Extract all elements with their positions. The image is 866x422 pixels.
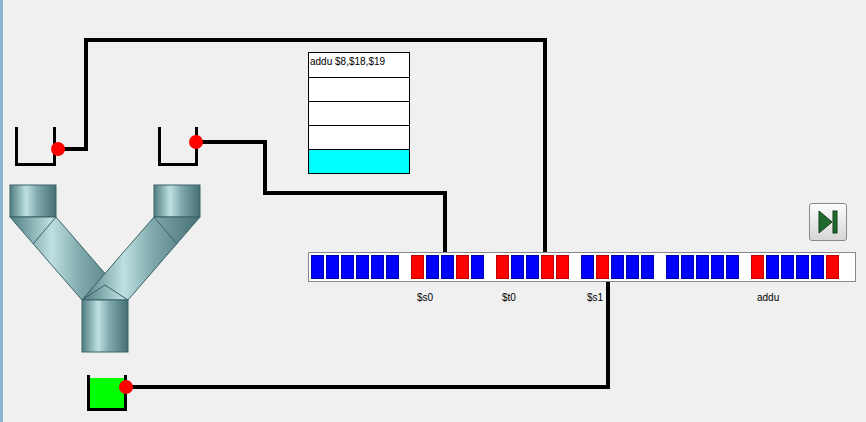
bit-field — [311, 255, 401, 279]
bit-cell — [681, 255, 694, 279]
field-label — [310, 292, 400, 303]
bit-cell — [326, 255, 339, 279]
field-label: $s0 — [410, 292, 485, 303]
bit-cell — [386, 255, 399, 279]
queue-row[interactable]: addu $8,$18,$19 — [309, 53, 409, 77]
bit-cell — [696, 255, 709, 279]
bit-cell — [371, 255, 384, 279]
wire — [196, 142, 445, 252]
step-forward-icon — [816, 209, 840, 235]
queue-row[interactable] — [309, 149, 409, 173]
bit-cell — [781, 255, 794, 279]
bit-field — [581, 255, 656, 279]
wire — [126, 282, 608, 387]
connector-dot — [189, 135, 203, 149]
queue-row[interactable] — [309, 77, 409, 101]
register-strip: $s0 $t0 $s1 addu — [308, 252, 856, 303]
bit-field — [411, 255, 486, 279]
queue-row[interactable] — [309, 125, 409, 149]
bit-cell — [496, 255, 509, 279]
bit-cell — [556, 255, 569, 279]
bit-cell — [456, 255, 469, 279]
bit-cell — [411, 255, 424, 279]
connectors — [0, 0, 866, 422]
bit-cell — [526, 255, 539, 279]
instruction-queue: addu $8,$18,$19 — [308, 52, 410, 174]
bit-cell — [441, 255, 454, 279]
field-label: addu — [750, 292, 840, 303]
bin-fill — [90, 378, 124, 408]
bit-cell — [826, 255, 839, 279]
input-bin — [158, 127, 198, 166]
bit-cell — [641, 255, 654, 279]
bit-strip — [308, 252, 856, 282]
connector-dot — [51, 142, 65, 156]
bit-cell — [511, 255, 524, 279]
bit-cell — [611, 255, 624, 279]
bit-cell — [541, 255, 554, 279]
bit-cell — [766, 255, 779, 279]
connector-dot — [119, 380, 133, 394]
bit-cell — [626, 255, 639, 279]
y-pipe-icon — [0, 0, 866, 422]
bit-cell — [356, 255, 369, 279]
bit-cell — [796, 255, 809, 279]
bit-cell — [751, 255, 764, 279]
bit-cell — [666, 255, 679, 279]
wires — [0, 0, 866, 422]
field-label — [665, 292, 740, 303]
bit-field — [666, 255, 741, 279]
bit-cell — [311, 255, 324, 279]
bit-cell — [581, 255, 594, 279]
field-label: $t0 — [495, 292, 570, 303]
field-labels: $s0 $t0 $s1 addu — [308, 292, 856, 303]
field-label: $s1 — [580, 292, 655, 303]
output-bin — [87, 375, 127, 411]
bit-field — [496, 255, 571, 279]
wire — [58, 40, 545, 252]
step-button[interactable] — [809, 203, 847, 241]
window-edge — [0, 0, 3, 422]
queue-row[interactable] — [309, 101, 409, 125]
bit-cell — [596, 255, 609, 279]
bit-cell — [726, 255, 739, 279]
bit-cell — [711, 255, 724, 279]
simulator-canvas: addu $8,$18,$19 $s0 $t0 $s1 addu — [0, 0, 866, 422]
input-bin — [15, 127, 56, 166]
bit-cell — [811, 255, 824, 279]
bit-cell — [471, 255, 484, 279]
bit-cell — [426, 255, 439, 279]
bit-cell — [341, 255, 354, 279]
bit-field — [751, 255, 841, 279]
